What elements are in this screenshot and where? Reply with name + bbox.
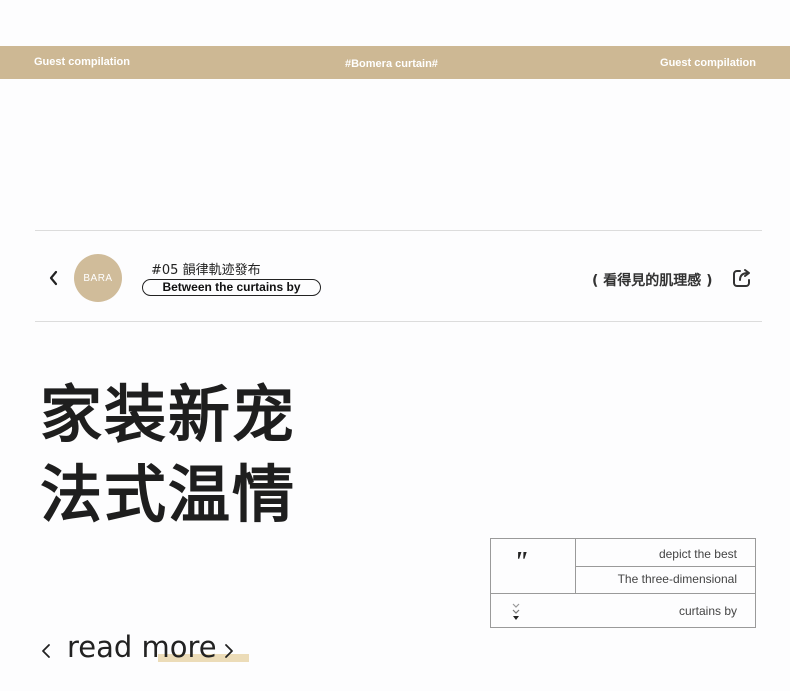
headline-line-2: 法式温情 [40, 458, 297, 531]
chevron-left-icon [42, 644, 50, 658]
issue-title: #05 韻律軌迹發布 [151, 263, 261, 278]
quote-box-divider [575, 566, 755, 567]
quote-box-divider [491, 593, 755, 594]
headline-line-1: 家装新宠 [40, 378, 297, 451]
brand-logo: BARA [74, 254, 122, 302]
chevron-right-icon [225, 644, 233, 658]
top-banner: Guest compilation #Bomera curtain# Guest… [0, 46, 790, 79]
read-more-link[interactable]: read more [40, 630, 260, 670]
logo-text: BARA [83, 272, 113, 284]
texture-label: ( 看得見的肌理感 ) [592, 273, 713, 289]
scroll-down-icon [512, 603, 520, 620]
header-divider-bottom [35, 321, 762, 322]
header-divider-top [35, 230, 762, 231]
quote-box: " depict the best The three-dimensional … [490, 538, 756, 628]
quote-line-3: curtains by [678, 604, 737, 618]
read-more-label: read more [67, 630, 217, 664]
quote-line-1: depict the best [658, 547, 737, 561]
share-icon[interactable] [731, 267, 753, 289]
banner-left-text: Guest compilation [34, 56, 130, 68]
banner-center-text: #Bomera curtain# [345, 58, 438, 70]
banner-right-text: Guest compilation [660, 57, 756, 69]
quote-mark: " [513, 547, 529, 578]
tagline-pill: Between the curtains by [142, 279, 321, 296]
quote-line-2: The three-dimensional [617, 572, 737, 586]
chevron-left-icon[interactable] [46, 268, 62, 288]
